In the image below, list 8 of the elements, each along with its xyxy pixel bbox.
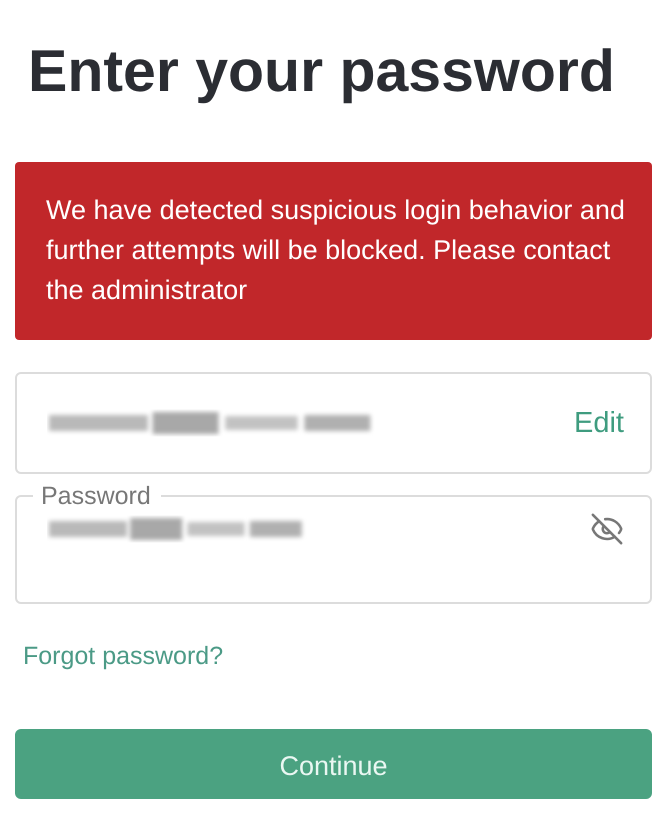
alert-message: We have detected suspicious login behavior and further attempts will be blocked. Please contact the administrator bbox=[46, 194, 626, 307]
page-heading: Enter your password bbox=[28, 38, 615, 104]
eye-off-icon[interactable] bbox=[590, 512, 624, 546]
continue-button[interactable]: Continue bbox=[15, 729, 652, 799]
forgot-password-link[interactable]: Forgot password? bbox=[23, 642, 224, 671]
edit-link[interactable]: Edit bbox=[574, 406, 624, 440]
email-field[interactable]: Edit bbox=[15, 372, 652, 474]
field-label: Password bbox=[40, 481, 152, 512]
